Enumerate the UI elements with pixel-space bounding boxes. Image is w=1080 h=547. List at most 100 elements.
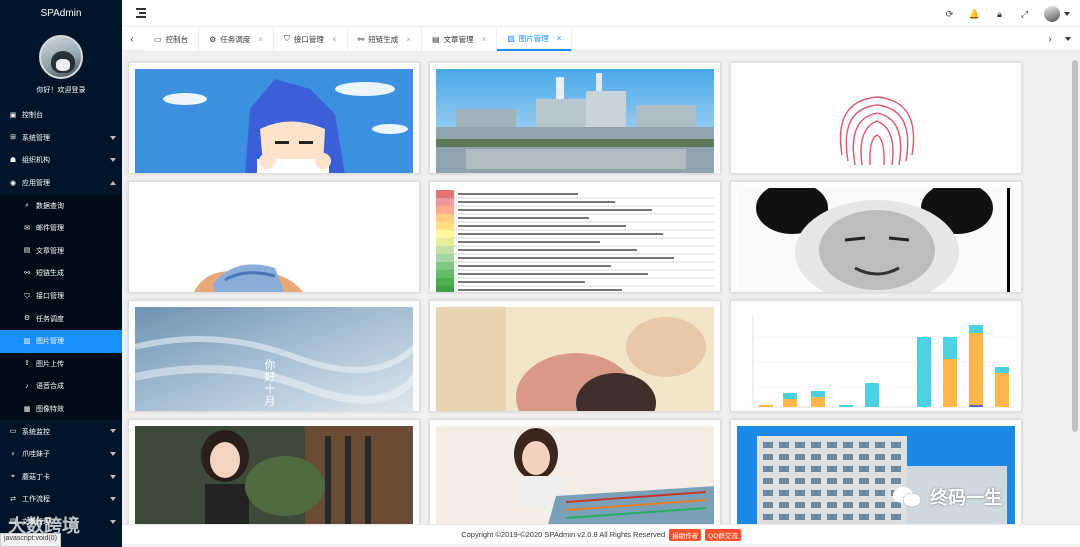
image-card[interactable]: 你好十月 — [128, 300, 420, 412]
tab-label: 接口管理 — [293, 34, 324, 44]
sidebar-item[interactable]: ⊞ 系统管理 — [0, 127, 122, 150]
baby-image[interactable] — [436, 307, 714, 411]
watermark: 终码一生 — [892, 484, 1002, 510]
tab[interactable]: ▨ 图片管理 × — [497, 27, 573, 51]
content-scrollbar[interactable] — [1070, 52, 1080, 524]
tab[interactable]: ⛉ 接口管理 × — [273, 27, 348, 51]
sidebar-item[interactable]: ▭ 系统监控 — [0, 420, 122, 443]
browser-status-bar: javascript:void(0) — [0, 533, 61, 547]
search-icon: ⌕ — [25, 202, 29, 210]
sidebar-item[interactable]: ▦ 图像特效 — [0, 397, 122, 421]
image-card[interactable] — [429, 419, 721, 524]
sidebar-item[interactable]: ⇄ 工作流程 — [0, 488, 122, 511]
sidebar-item-label: 爪哇妹子 — [22, 451, 50, 459]
close-icon[interactable]: × — [406, 35, 411, 44]
panda-meme-image[interactable] — [737, 188, 1015, 292]
donate-button[interactable]: 捐助作者 — [669, 528, 702, 541]
chevron-down-icon[interactable] — [1064, 12, 1070, 16]
tab[interactable]: ⚯ 短链生成 × — [347, 27, 422, 51]
image-card[interactable] — [730, 300, 1022, 412]
sidebar-item[interactable]: ⚙ 任务调度 — [0, 307, 122, 330]
close-icon[interactable]: × — [258, 35, 263, 44]
image-card[interactable] — [429, 181, 721, 293]
sidebar-item[interactable]: ◉ 应用管理 — [0, 172, 122, 195]
bell-icon[interactable]: 🔔 — [969, 9, 980, 20]
article-icon: ▤ — [23, 247, 31, 255]
straw-hat-image[interactable] — [135, 188, 413, 292]
sidebar-item-label: 任务调度 — [36, 315, 64, 323]
sidebar-item-label: 图片管理 — [36, 338, 64, 346]
sidebar-item[interactable]: ☗ 组织机构 — [0, 149, 122, 172]
upload-icon: ⇪ — [24, 360, 30, 368]
fullscreen-icon[interactable]: ⤢ — [1019, 9, 1030, 20]
sidebar-item-label: 接口管理 — [36, 293, 64, 301]
factory-image[interactable] — [436, 69, 714, 173]
sidebar-item[interactable]: ⚯ 短链生成 — [0, 262, 122, 285]
image-card[interactable] — [128, 62, 420, 174]
sidebar-item[interactable]: ⛉ 接口管理 — [0, 284, 122, 308]
image-card[interactable] — [730, 62, 1022, 174]
chevron-down-icon — [110, 158, 116, 163]
sidebar-item[interactable]: ♪ 语音合成 — [0, 375, 122, 398]
image-icon: ▨ — [507, 33, 515, 43]
sidebar-item[interactable]: ♀ 爪哇妹子 — [0, 443, 122, 466]
sidebar-item[interactable]: ⌕ 数据查询 — [0, 194, 122, 217]
tab[interactable]: ▭ 控制台 — [144, 27, 200, 51]
menu-toggle-icon[interactable] — [136, 8, 146, 18]
sidebar-item[interactable]: ⇪ 图片上传 — [0, 352, 122, 376]
image-card[interactable] — [429, 62, 721, 174]
woman-sofa-image[interactable] — [436, 426, 714, 524]
anime-girl-image[interactable] — [135, 69, 413, 173]
qq-group-button[interactable]: QQ群交流 — [705, 528, 741, 541]
monitor-icon: ▭ — [154, 34, 162, 44]
sidebar-item[interactable]: ▨ 图片管理 — [0, 329, 122, 353]
bar-chart-image[interactable] — [737, 307, 1015, 411]
sidebar: SPAdmin 你好！欢迎登录 ▣ 控制台 ⊞ 系统管理 ☗ 组织机构 ◉ 应用管理 ⌕ 数据查询… — [0, 0, 122, 547]
effect-icon: ▦ — [23, 405, 31, 413]
welcome-text: 你好！欢迎登录 — [36, 87, 86, 94]
sidebar-item[interactable]: ✉ 邮件管理 — [0, 216, 122, 240]
voice-icon: ♪ — [25, 382, 29, 390]
image-card[interactable] — [730, 181, 1022, 293]
refresh-icon[interactable]: ⟳ — [944, 9, 955, 20]
sidebar-item-label: 短链生成 — [36, 270, 64, 278]
sidebar-item[interactable]: ⌖ 蘑菇丁卡 — [0, 466, 122, 489]
sidebar-item-label: 图像特效 — [36, 406, 64, 414]
close-icon[interactable]: × — [482, 35, 487, 44]
app-icon: ◉ — [9, 179, 17, 187]
portrait-woman-image[interactable] — [135, 426, 413, 524]
user-profile: 你好！欢迎登录 — [0, 26, 122, 104]
tab-label: 文章管理 — [443, 34, 474, 44]
sidebar-item-label: 蘑菇丁卡 — [22, 473, 50, 481]
sidebar-item-label: 工作流程 — [22, 496, 50, 504]
wechat-icon — [893, 487, 922, 508]
sidebar-item[interactable]: ▤ 文章管理 — [0, 239, 122, 263]
close-icon[interactable]: × — [332, 35, 337, 44]
tab-scroll-right-icon[interactable]: › — [1042, 27, 1058, 51]
image-card[interactable] — [128, 419, 420, 524]
sidebar-item-label: 应用管理 — [22, 180, 50, 188]
image-card[interactable] — [429, 300, 721, 412]
system-icon: ⊞ — [10, 134, 16, 142]
sql-rules-image[interactable] — [436, 188, 714, 292]
poem-caption: 你好十月 — [263, 359, 276, 407]
tab[interactable]: ▤ 文章管理 × — [421, 27, 498, 51]
chevron-down-icon — [110, 429, 116, 434]
lock-icon[interactable]: 🔒︎ — [994, 9, 1005, 20]
tab[interactable]: ⚙ 任务调度 × — [199, 27, 274, 51]
sidebar-item[interactable]: ▣ 控制台 — [0, 104, 122, 127]
sidebar-item-label: 数据查询 — [36, 202, 64, 210]
avatar[interactable] — [39, 35, 83, 79]
image-card[interactable] — [128, 181, 420, 293]
gear-icon: ⚙ — [209, 34, 217, 44]
sidebar-item-label: 文章管理 — [36, 247, 64, 255]
user-avatar[interactable] — [1044, 6, 1060, 22]
fingerprint-image[interactable] — [737, 69, 1015, 173]
sky-poem-image[interactable]: 你好十月 — [135, 307, 413, 411]
sidebar-item-label: 语音合成 — [36, 383, 64, 391]
tab-scroll-left-icon[interactable]: ‹ — [124, 27, 140, 51]
tab-dropdown-icon[interactable] — [1060, 27, 1076, 51]
close-icon[interactable]: × — [557, 34, 562, 43]
brand-logo[interactable]: SPAdmin — [0, 0, 122, 26]
link-icon: ⚯ — [357, 34, 365, 44]
